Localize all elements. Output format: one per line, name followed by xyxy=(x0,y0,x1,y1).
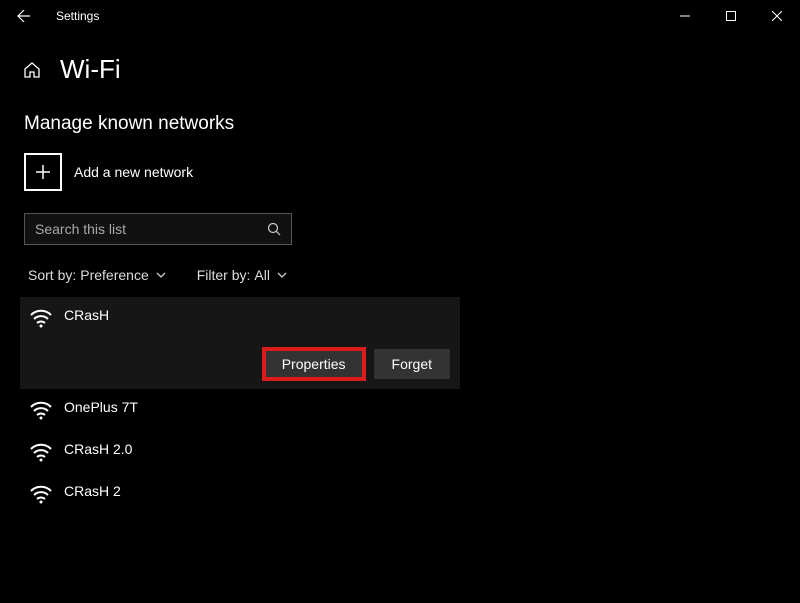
properties-button[interactable]: Properties xyxy=(264,349,364,379)
item-actions: Properties Forget xyxy=(264,349,450,379)
minimize-button[interactable] xyxy=(662,0,708,32)
wifi-icon xyxy=(28,441,54,463)
sort-value: Preference xyxy=(80,267,148,283)
chevron-down-icon xyxy=(155,269,167,281)
chevron-down-icon xyxy=(276,269,288,281)
wifi-icon xyxy=(28,307,54,329)
close-button[interactable] xyxy=(754,0,800,32)
network-name: CRasH xyxy=(64,307,109,323)
wifi-icon xyxy=(28,483,54,505)
list-controls: Sort by: Preference Filter by: All xyxy=(28,267,800,283)
page-title: Wi-Fi xyxy=(60,54,121,85)
home-button[interactable] xyxy=(22,60,42,80)
plus-icon xyxy=(34,163,52,181)
maximize-button[interactable] xyxy=(708,0,754,32)
network-item[interactable]: OnePlus 7T xyxy=(20,389,460,431)
filter-by-dropdown[interactable]: Filter by: All xyxy=(197,267,288,283)
maximize-icon xyxy=(726,11,736,21)
search-input[interactable] xyxy=(35,221,255,237)
sort-label: Sort by: xyxy=(28,267,76,283)
search-box[interactable] xyxy=(24,213,292,245)
add-network-label: Add a new network xyxy=(74,164,193,180)
network-name: OnePlus 7T xyxy=(64,399,138,415)
network-name: CRasH 2 xyxy=(64,483,121,499)
home-icon xyxy=(23,61,41,79)
search-icon xyxy=(267,222,281,236)
sort-by-dropdown[interactable]: Sort by: Preference xyxy=(28,267,167,283)
close-icon xyxy=(772,11,782,21)
add-box xyxy=(24,153,62,191)
filter-label: Filter by: xyxy=(197,267,251,283)
network-item[interactable]: CRasH Properties Forget xyxy=(20,297,460,389)
forget-button[interactable]: Forget xyxy=(374,349,450,379)
network-list: CRasH Properties Forget OnePlus 7T C xyxy=(20,297,460,515)
network-item[interactable]: CRasH 2.0 xyxy=(20,431,460,473)
window-controls xyxy=(662,0,800,32)
page-header: Wi-Fi xyxy=(22,54,800,85)
wifi-icon xyxy=(28,399,54,421)
minimize-icon xyxy=(680,11,690,21)
app-title: Settings xyxy=(56,9,99,23)
section-title: Manage known networks xyxy=(24,113,800,135)
back-button[interactable] xyxy=(8,0,40,32)
network-name: CRasH 2.0 xyxy=(64,441,132,457)
add-network-button[interactable]: Add a new network xyxy=(24,153,800,191)
network-item[interactable]: CRasH 2 xyxy=(20,473,460,515)
arrow-left-icon xyxy=(16,8,32,24)
filter-value: All xyxy=(254,267,270,283)
